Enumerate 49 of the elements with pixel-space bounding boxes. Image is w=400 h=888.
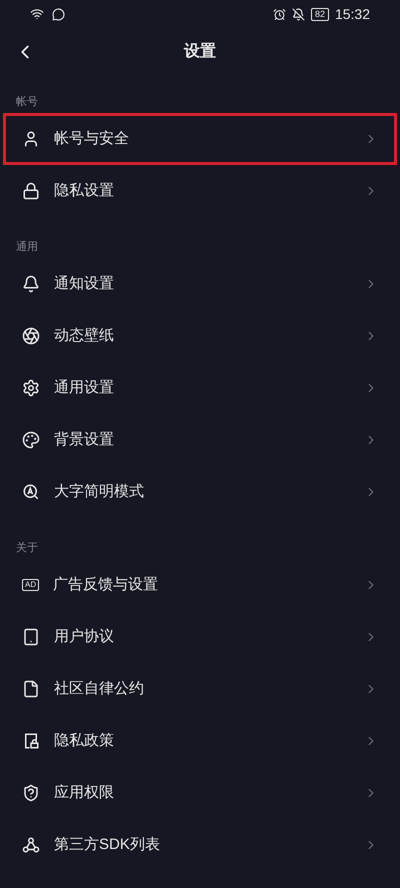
settings-icon [22, 379, 40, 397]
section-title: 帐号 [15, 95, 39, 110]
settings-item[interactable]: 动态壁纸 [3, 310, 397, 362]
item-label: 大字简明模式 [54, 482, 145, 502]
item-label: 隐私设置 [54, 180, 115, 201]
section-title: 关于 [15, 540, 39, 556]
document-lock-icon [22, 732, 40, 750]
aperture-icon [22, 327, 40, 345]
settings-item[interactable]: 社区自律公约 [3, 663, 397, 715]
ad-icon: AD [22, 579, 40, 591]
shield-icon [22, 784, 40, 802]
item-label: 背景设置 [54, 430, 115, 450]
settings-item[interactable]: 第三方SDK列表 [3, 819, 397, 871]
settings-item[interactable]: 通知设置 [3, 258, 397, 310]
bell-icon [22, 275, 40, 293]
palette-icon [22, 431, 40, 449]
letter-search-icon [22, 483, 40, 501]
settings-item[interactable]: 隐私政策 [3, 715, 397, 767]
wifi-icon [30, 7, 44, 21]
item-label: 动态壁纸 [54, 326, 115, 346]
item-label: 广告反馈与设置 [53, 574, 160, 595]
settings-item[interactable]: 隐私设置 [3, 165, 397, 217]
bell-off-icon [292, 8, 305, 20]
settings-item[interactable]: 大字简明模式 [3, 466, 397, 518]
settings-item[interactable]: 背景设置 [3, 414, 397, 466]
settings-item[interactable]: 通用设置 [3, 362, 397, 414]
item-label: 社区自律公约 [54, 678, 145, 699]
settings-item[interactable]: AD 广告反馈与设置 [3, 559, 397, 611]
settings-item[interactable]: 应用权限 [3, 767, 397, 819]
item-label: 通用设置 [54, 378, 115, 398]
item-label: 第三方SDK列表 [54, 834, 161, 855]
item-label: 用户协议 [54, 626, 115, 647]
section-title: 通用 [15, 240, 39, 255]
settings-item[interactable]: 用户协议 [3, 611, 397, 663]
settings-item[interactable]: 帐号与安全 [3, 113, 397, 165]
item-label: 应用权限 [54, 782, 115, 803]
item-label: 隐私政策 [54, 730, 115, 751]
alarm-icon [272, 8, 286, 20]
person-icon [22, 130, 40, 148]
tablet-icon [22, 628, 40, 646]
file-icon [22, 680, 40, 698]
clock-time: 15:32 [334, 4, 370, 24]
triangle-circles-icon [22, 836, 40, 854]
battery-level: 82 [310, 8, 329, 20]
item-label: 通知设置 [54, 274, 115, 294]
item-label: 帐号与安全 [54, 128, 130, 149]
page-title: 设置 [184, 42, 216, 62]
chat-icon [52, 8, 65, 20]
lock-icon [22, 182, 40, 200]
